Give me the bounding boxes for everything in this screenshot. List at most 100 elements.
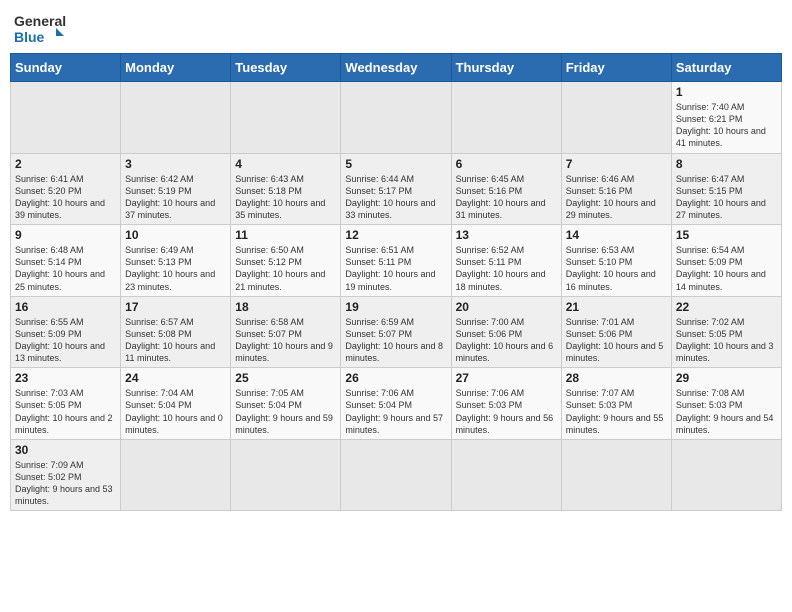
weekday-header-wednesday: Wednesday: [341, 54, 451, 82]
day-info: Sunrise: 7:05 AM Sunset: 5:04 PM Dayligh…: [235, 387, 336, 436]
day-cell: 22 Sunrise: 7:02 AM Sunset: 5:05 PM Dayli…: [671, 296, 781, 368]
day-number: 28: [566, 371, 667, 385]
weekday-header-monday: Monday: [121, 54, 231, 82]
day-cell: 27 Sunrise: 7:06 AM Sunset: 5:03 PM Dayli…: [451, 368, 561, 440]
day-info: Sunrise: 7:02 AM Sunset: 5:05 PM Dayligh…: [676, 316, 777, 365]
day-info: Sunrise: 6:47 AM Sunset: 5:15 PM Dayligh…: [676, 173, 777, 222]
day-number: 19: [345, 300, 446, 314]
day-info: Sunrise: 6:50 AM Sunset: 5:12 PM Dayligh…: [235, 244, 336, 293]
day-cell: 18 Sunrise: 6:58 AM Sunset: 5:07 PM Dayli…: [231, 296, 341, 368]
day-number: 20: [456, 300, 557, 314]
day-cell: 9Sunrise: 6:48 AM Sunset: 5:14 PM Daylig…: [11, 225, 121, 297]
day-number: 27: [456, 371, 557, 385]
day-info: Sunrise: 6:54 AM Sunset: 5:09 PM Dayligh…: [676, 244, 777, 293]
day-info: Sunrise: 6:46 AM Sunset: 5:16 PM Dayligh…: [566, 173, 667, 222]
day-info: Sunrise: 7:40 AM Sunset: 6:21 PM Dayligh…: [676, 101, 777, 150]
weekday-header-row: SundayMondayTuesdayWednesdayThursdayFrid…: [11, 54, 782, 82]
header: GeneralBlue: [10, 10, 782, 45]
day-number: 15: [676, 228, 777, 242]
day-number: 18: [235, 300, 336, 314]
day-number: 5: [345, 157, 446, 171]
day-cell: 17 Sunrise: 6:57 AM Sunset: 5:08 PM Dayli…: [121, 296, 231, 368]
day-cell: 3 Sunrise: 6:42 AM Sunset: 5:19 PM Daylig…: [121, 153, 231, 225]
day-cell: 10 Sunrise: 6:49 AM Sunset: 5:13 PM Dayli…: [121, 225, 231, 297]
day-cell: [561, 439, 671, 511]
day-cell: 4 Sunrise: 6:43 AM Sunset: 5:18 PM Daylig…: [231, 153, 341, 225]
day-cell: [561, 82, 671, 154]
day-number: 10: [125, 228, 226, 242]
day-number: 13: [456, 228, 557, 242]
day-number: 4: [235, 157, 336, 171]
day-cell: [341, 82, 451, 154]
day-number: 21: [566, 300, 667, 314]
day-info: Sunrise: 6:45 AM Sunset: 5:16 PM Dayligh…: [456, 173, 557, 222]
day-info: Sunrise: 6:42 AM Sunset: 5:19 PM Dayligh…: [125, 173, 226, 222]
weekday-header-saturday: Saturday: [671, 54, 781, 82]
day-number: 26: [345, 371, 446, 385]
day-cell: 12 Sunrise: 6:51 AM Sunset: 5:11 PM Dayli…: [341, 225, 451, 297]
day-info: Sunrise: 6:48 AM Sunset: 5:14 PM Dayligh…: [15, 244, 116, 293]
day-info: Sunrise: 6:57 AM Sunset: 5:08 PM Dayligh…: [125, 316, 226, 365]
day-cell: 11 Sunrise: 6:50 AM Sunset: 5:12 PM Dayli…: [231, 225, 341, 297]
day-cell: 23 Sunrise: 7:03 AM Sunset: 5:05 PM Dayli…: [11, 368, 121, 440]
day-cell: 1 Sunrise: 7:40 AM Sunset: 6:21 PM Daylig…: [671, 82, 781, 154]
day-cell: 21Sunrise: 7:01 AM Sunset: 5:06 PM Dayli…: [561, 296, 671, 368]
day-number: 14: [566, 228, 667, 242]
svg-text:General: General: [14, 13, 66, 29]
day-number: 1: [676, 85, 777, 99]
weekday-header-thursday: Thursday: [451, 54, 561, 82]
day-cell: 28Sunrise: 7:07 AM Sunset: 5:03 PM Dayli…: [561, 368, 671, 440]
day-info: Sunrise: 7:09 AM Sunset: 5:02 PM Dayligh…: [15, 459, 116, 508]
weekday-header-friday: Friday: [561, 54, 671, 82]
day-number: 11: [235, 228, 336, 242]
day-number: 12: [345, 228, 446, 242]
day-number: 17: [125, 300, 226, 314]
day-number: 23: [15, 371, 116, 385]
day-info: Sunrise: 7:04 AM Sunset: 5:04 PM Dayligh…: [125, 387, 226, 436]
week-row-5: 30 Sunrise: 7:09 AM Sunset: 5:02 PM Dayli…: [11, 439, 782, 511]
week-row-2: 9Sunrise: 6:48 AM Sunset: 5:14 PM Daylig…: [11, 225, 782, 297]
day-cell: 5 Sunrise: 6:44 AM Sunset: 5:17 PM Daylig…: [341, 153, 451, 225]
day-info: Sunrise: 6:44 AM Sunset: 5:17 PM Dayligh…: [345, 173, 446, 222]
day-cell: 24 Sunrise: 7:04 AM Sunset: 5:04 PM Dayli…: [121, 368, 231, 440]
day-info: Sunrise: 6:53 AM Sunset: 5:10 PM Dayligh…: [566, 244, 667, 293]
day-cell: 16Sunrise: 6:55 AM Sunset: 5:09 PM Dayli…: [11, 296, 121, 368]
day-info: Sunrise: 7:00 AM Sunset: 5:06 PM Dayligh…: [456, 316, 557, 365]
day-cell: 6Sunrise: 6:45 AM Sunset: 5:16 PM Daylig…: [451, 153, 561, 225]
day-cell: 13Sunrise: 6:52 AM Sunset: 5:11 PM Dayli…: [451, 225, 561, 297]
day-cell: 26Sunrise: 7:06 AM Sunset: 5:04 PM Dayli…: [341, 368, 451, 440]
day-number: 2: [15, 157, 116, 171]
day-info: Sunrise: 6:59 AM Sunset: 5:07 PM Dayligh…: [345, 316, 446, 365]
day-number: 7: [566, 157, 667, 171]
day-info: Sunrise: 6:43 AM Sunset: 5:18 PM Dayligh…: [235, 173, 336, 222]
day-number: 8: [676, 157, 777, 171]
week-row-1: 2Sunrise: 6:41 AM Sunset: 5:20 PM Daylig…: [11, 153, 782, 225]
day-info: Sunrise: 6:49 AM Sunset: 5:13 PM Dayligh…: [125, 244, 226, 293]
day-cell: 19 Sunrise: 6:59 AM Sunset: 5:07 PM Dayli…: [341, 296, 451, 368]
day-number: 24: [125, 371, 226, 385]
day-info: Sunrise: 6:58 AM Sunset: 5:07 PM Dayligh…: [235, 316, 336, 365]
day-cell: 30 Sunrise: 7:09 AM Sunset: 5:02 PM Dayli…: [11, 439, 121, 511]
day-cell: [451, 439, 561, 511]
day-info: Sunrise: 7:03 AM Sunset: 5:05 PM Dayligh…: [15, 387, 116, 436]
day-info: Sunrise: 7:06 AM Sunset: 5:03 PM Dayligh…: [456, 387, 557, 436]
day-number: 3: [125, 157, 226, 171]
weekday-header-tuesday: Tuesday: [231, 54, 341, 82]
day-number: 25: [235, 371, 336, 385]
week-row-0: 1 Sunrise: 7:40 AM Sunset: 6:21 PM Daylig…: [11, 82, 782, 154]
day-cell: [231, 82, 341, 154]
day-cell: [231, 439, 341, 511]
day-cell: 8 Sunrise: 6:47 AM Sunset: 5:15 PM Daylig…: [671, 153, 781, 225]
day-cell: 2Sunrise: 6:41 AM Sunset: 5:20 PM Daylig…: [11, 153, 121, 225]
week-row-3: 16Sunrise: 6:55 AM Sunset: 5:09 PM Dayli…: [11, 296, 782, 368]
day-cell: [121, 82, 231, 154]
day-info: Sunrise: 6:51 AM Sunset: 5:11 PM Dayligh…: [345, 244, 446, 293]
day-cell: [451, 82, 561, 154]
day-cell: [671, 439, 781, 511]
day-number: 30: [15, 443, 116, 457]
day-cell: [121, 439, 231, 511]
day-cell: 29Sunrise: 7:08 AM Sunset: 5:03 PM Dayli…: [671, 368, 781, 440]
day-number: 16: [15, 300, 116, 314]
day-number: 22: [676, 300, 777, 314]
day-cell: 20 Sunrise: 7:00 AM Sunset: 5:06 PM Dayli…: [451, 296, 561, 368]
